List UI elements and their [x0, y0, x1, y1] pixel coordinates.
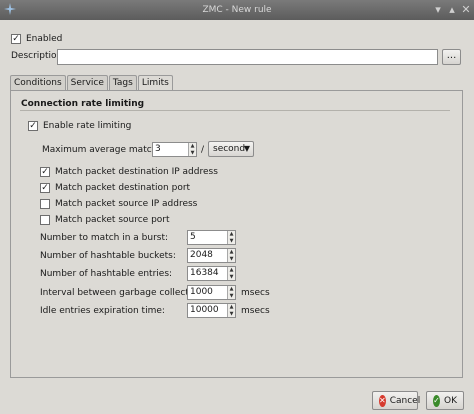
buckets-value: 2048	[190, 250, 213, 260]
cancel-button[interactable]: ✕ Cancel	[372, 391, 421, 410]
tab-conditions[interactable]: Conditions	[10, 75, 66, 91]
gc-interval-spinbox[interactable]: 1000 ▲ ▼	[187, 285, 236, 300]
match-dest-ip-checkbox[interactable]: ✓ Match packet destination IP address	[40, 167, 218, 177]
match-src-ip-checkbox[interactable]: Match packet source IP address	[40, 199, 197, 209]
match-dest-ip-check-icon: ✓	[40, 166, 50, 177]
idle-expiration-value: 10000	[190, 305, 219, 315]
burst-label: Number to match in a burst:	[40, 233, 169, 243]
enabled-check-icon: ✓	[11, 33, 21, 44]
enabled-checkbox[interactable]: ✓ Enabled	[11, 34, 62, 44]
section-title: Connection rate limiting	[21, 99, 145, 109]
match-src-port-label: Match packet source port	[55, 215, 170, 225]
match-src-port-checkbox[interactable]: Match packet source port	[40, 215, 170, 225]
enabled-label: Enabled	[26, 34, 63, 44]
buckets-label: Number of hashtable buckets:	[40, 251, 176, 261]
window-title: ZMC - New rule	[202, 5, 272, 15]
enable-rate-check-icon: ✓	[28, 120, 38, 131]
rate-slash: /	[201, 145, 205, 155]
buckets-spinbox[interactable]: 2048 ▲ ▼	[187, 248, 236, 263]
match-dest-port-check-icon: ✓	[40, 182, 50, 193]
match-dest-ip-label: Match packet destination IP address	[55, 167, 218, 177]
spin-down-icon[interactable]: ▼	[228, 274, 235, 281]
maximize-icon[interactable]: ▴	[445, 3, 459, 17]
match-src-ip-check-icon	[40, 199, 50, 209]
rate-unit-value: second	[213, 144, 246, 154]
match-dest-port-checkbox[interactable]: ✓ Match packet destination port	[40, 183, 190, 193]
cancel-icon: ✕	[379, 394, 386, 407]
match-dest-port-label: Match packet destination port	[55, 183, 191, 193]
cancel-label: Cancel	[389, 395, 421, 406]
ok-button[interactable]: ✓ OK	[426, 391, 464, 410]
description-input[interactable]	[57, 49, 438, 65]
minimize-icon[interactable]: ▾	[431, 3, 445, 17]
max-rate-spinbox[interactable]: 3 ▲ ▼	[152, 142, 197, 157]
idle-expiration-label: Idle entries expiration time:	[40, 306, 165, 316]
window-titlebar: ZMC - New rule ▾ ▴ ✕	[0, 0, 474, 20]
gc-interval-value: 1000	[190, 287, 213, 297]
entries-label: Number of hashtable entries:	[40, 269, 173, 279]
spin-down-icon[interactable]: ▼	[228, 311, 235, 318]
enable-rate-label: Enable rate limiting	[43, 121, 132, 131]
gc-interval-unit: msecs	[241, 288, 270, 298]
idle-expiration-spinbox[interactable]: 10000 ▲ ▼	[187, 303, 236, 318]
section-divider	[20, 110, 450, 111]
idle-expiration-unit: msecs	[241, 306, 270, 316]
entries-spinbox[interactable]: 16384 ▲ ▼	[187, 266, 236, 281]
chevron-down-icon: ▼	[243, 144, 250, 153]
enable-rate-limiting-checkbox[interactable]: ✓ Enable rate limiting	[28, 121, 131, 131]
close-icon[interactable]: ✕	[459, 3, 473, 17]
match-src-port-check-icon	[40, 215, 50, 225]
match-src-ip-label: Match packet source IP address	[55, 199, 198, 209]
tab-tags[interactable]: Tags	[108, 75, 137, 91]
browse-button[interactable]: ...	[442, 49, 461, 65]
entries-value: 16384	[190, 268, 219, 278]
rate-unit-combobox[interactable]: second ▼	[208, 141, 254, 157]
burst-value: 5	[190, 232, 196, 242]
burst-spinbox[interactable]: 5 ▲ ▼	[187, 230, 236, 245]
spin-down-icon[interactable]: ▼	[228, 293, 235, 300]
max-rate-value: 3	[155, 144, 161, 154]
app-logo-icon	[3, 2, 17, 16]
ok-label: OK	[444, 395, 457, 406]
spin-down-icon[interactable]: ▼	[228, 238, 235, 245]
tab-service[interactable]: Service	[66, 75, 108, 91]
spin-down-icon[interactable]: ▼	[189, 150, 196, 157]
tab-bar: Conditions Service Tags Limits	[10, 75, 174, 92]
spin-down-icon[interactable]: ▼	[228, 256, 235, 263]
ok-icon: ✓	[433, 394, 440, 407]
